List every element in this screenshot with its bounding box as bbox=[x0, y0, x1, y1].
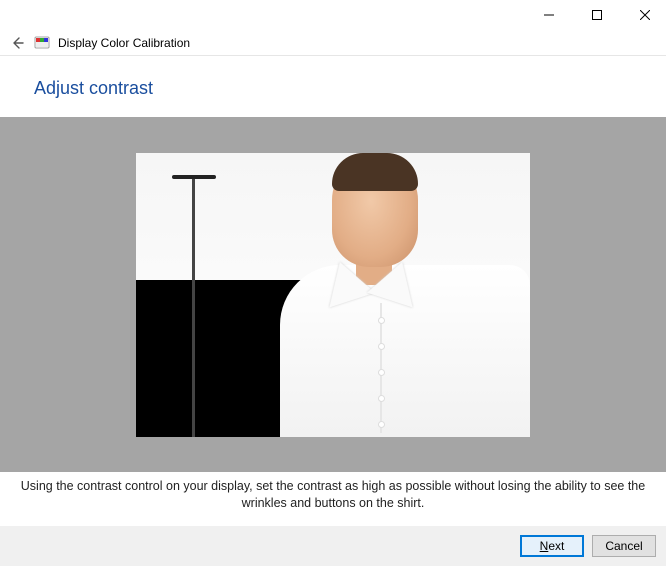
app-icon bbox=[34, 35, 50, 51]
cancel-button[interactable]: Cancel bbox=[592, 535, 656, 557]
heading-area: Adjust contrast bbox=[0, 56, 666, 117]
cancel-label: Cancel bbox=[605, 539, 642, 553]
wizard-footer: Next Cancel bbox=[0, 526, 666, 566]
calibration-image-panel bbox=[0, 117, 666, 472]
maximize-button[interactable] bbox=[582, 1, 612, 29]
next-button[interactable]: Next bbox=[520, 535, 584, 557]
contrast-sample-image bbox=[136, 153, 530, 437]
minimize-button[interactable] bbox=[534, 1, 564, 29]
window-title: Display Color Calibration bbox=[58, 36, 190, 50]
header-bar: Display Color Calibration bbox=[0, 30, 666, 56]
page-title: Adjust contrast bbox=[34, 78, 666, 99]
back-button[interactable] bbox=[8, 34, 26, 52]
next-label-rest: ext bbox=[548, 539, 564, 553]
window-controls bbox=[0, 0, 666, 30]
instruction-text: Using the contrast control on your displ… bbox=[0, 472, 666, 512]
close-button[interactable] bbox=[630, 1, 660, 29]
